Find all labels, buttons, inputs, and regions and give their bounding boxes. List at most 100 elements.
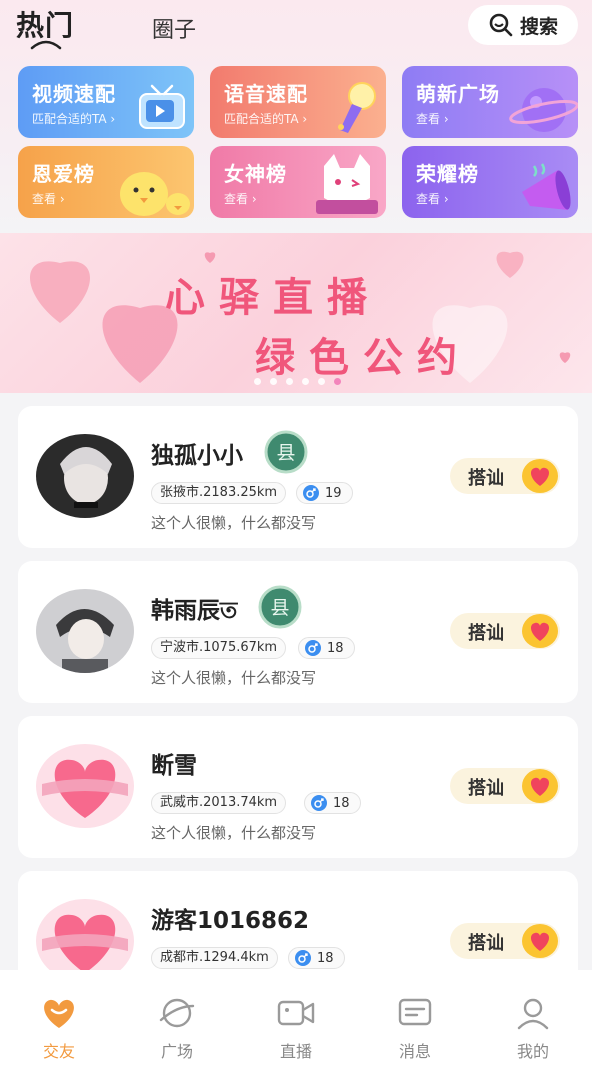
username: 韩雨辰ত (151, 598, 238, 624)
location-chip: 宁波市.1075.67km (151, 637, 287, 659)
nav-item-messages[interactable]: 消息 (356, 970, 474, 1068)
planet-icon (509, 88, 578, 132)
tab-circle[interactable]: 圈子 (152, 12, 196, 44)
heart-chat-icon (522, 614, 558, 648)
search-icon (489, 13, 513, 37)
card-title: 荣耀榜 (416, 162, 479, 186)
avatar (36, 744, 134, 828)
card-subtitle: 查看 › (32, 192, 65, 206)
age-value: 19 (325, 485, 342, 501)
card-title: 语音速配 (224, 82, 308, 106)
username: 独孤小小 (151, 443, 243, 469)
newbie-plaza-card[interactable]: 萌新广场 查看 › (402, 66, 578, 138)
user-card[interactable]: 断雪 武威市.2013.74km 18 这个人很懒，什么都没写 搭讪 (18, 716, 578, 858)
megaphone-icon (522, 163, 571, 210)
user-card[interactable]: 韩雨辰ত 县 宁波市.1075.67km 18 这个人很懒，什么都没写 搭讪 (18, 561, 578, 703)
planet-outline-icon (159, 998, 195, 1028)
love-ranking-card[interactable]: 恩爱榜 查看 › (18, 146, 194, 218)
nav-item-friends[interactable]: 交友 (0, 970, 118, 1068)
greet-button[interactable]: 搭讪 (450, 613, 560, 649)
male-gender-icon (295, 950, 311, 966)
user-icon (517, 998, 549, 1030)
nav-label: 我的 (516, 1042, 549, 1061)
microphone-icon (338, 82, 376, 133)
greet-button[interactable]: 搭讪 (450, 458, 560, 494)
chicks-icon (120, 172, 190, 216)
male-gender-icon (303, 485, 319, 501)
heart-chat-icon (522, 459, 558, 493)
video-match-card[interactable]: 视频速配 匹配合适的TA › (18, 66, 194, 138)
pagination-dot (270, 378, 277, 385)
age-chip: 18 (298, 637, 355, 659)
pagination-dot (254, 378, 261, 385)
level-badge-icon: 县 (258, 585, 302, 629)
card-title: 视频速配 (32, 82, 116, 106)
age-chip: 18 (288, 947, 345, 969)
nav-label: 交友 (42, 1042, 75, 1061)
avatar (36, 589, 134, 673)
greet-button[interactable]: 搭讪 (450, 923, 560, 959)
nav-item-plaza[interactable]: 广场 (118, 970, 236, 1068)
user-card[interactable]: 独孤小小 县 张掖市.2183.25km 19 这个人很懒，什么都没写 搭讪 (18, 406, 578, 548)
banner-pagination (254, 378, 341, 385)
nav-label: 直播 (279, 1042, 312, 1061)
username: 游客1016862 (151, 908, 310, 934)
heart-chat-icon (522, 769, 558, 803)
user-bio: 这个人很懒，什么都没写 (151, 514, 317, 532)
top-header: 热门 圈子 搜索 (0, 0, 592, 56)
tv-icon (139, 84, 185, 129)
greet-label: 搭讪 (468, 468, 504, 489)
age-value: 18 (333, 795, 350, 811)
male-gender-icon (305, 640, 321, 656)
search-label: 搜索 (519, 15, 558, 38)
heart-chat-icon (522, 924, 558, 958)
card-subtitle: 查看 › (416, 112, 449, 126)
card-subtitle: 匹配合适的TA › (224, 112, 308, 126)
age-chip: 18 (304, 792, 361, 814)
greet-label: 搭讪 (468, 933, 504, 954)
card-title: 女神榜 (224, 162, 287, 186)
cat-mascot-icon (316, 154, 378, 214)
nav-item-profile[interactable]: 我的 (474, 970, 592, 1068)
voice-match-card[interactable]: 语音速配 匹配合适的TA › (210, 66, 386, 138)
card-subtitle: 查看 › (224, 192, 257, 206)
avatar (36, 434, 134, 518)
nav-item-live[interactable]: 直播 (237, 970, 355, 1068)
video-camera-icon (277, 1000, 315, 1026)
pagination-dot (318, 378, 325, 385)
age-value: 18 (327, 640, 344, 656)
location-chip: 张掖市.2183.25km (151, 482, 287, 504)
greet-label: 搭讪 (468, 778, 504, 799)
card-subtitle: 匹配合适的TA › (32, 112, 116, 126)
pagination-dot-active (334, 378, 341, 385)
location-chip: 成都市.1294.4km (151, 947, 278, 969)
goddess-ranking-card[interactable]: 女神榜 查看 › (210, 146, 386, 218)
age-value: 18 (317, 950, 334, 966)
nav-label: 消息 (398, 1042, 431, 1061)
banner-line-2: 绿色公约 (255, 335, 471, 381)
card-title: 萌新广场 (416, 82, 500, 106)
bottom-nav: 交友 广场 直播 消息 我的 (0, 970, 592, 1068)
search-button[interactable]: 搜索 (468, 5, 578, 45)
nav-label: 广场 (160, 1042, 193, 1061)
glory-ranking-card[interactable]: 荣耀榜 查看 › (402, 146, 578, 218)
greet-button[interactable]: 搭讪 (450, 768, 560, 804)
heart-icon (44, 999, 74, 1028)
active-tab-indicator-icon (30, 40, 62, 50)
age-chip: 19 (296, 482, 353, 504)
banner-line-1: 心驿直播 (165, 275, 381, 321)
card-subtitle: 查看 › (416, 192, 449, 206)
user-bio: 这个人很懒，什么都没写 (151, 824, 317, 842)
level-text: 县 (270, 597, 289, 619)
message-icon (398, 998, 432, 1026)
pagination-dot (286, 378, 293, 385)
promo-banner[interactable]: 心驿直播 绿色公约 (0, 233, 592, 393)
card-title: 恩爱榜 (32, 162, 95, 186)
level-badge-icon: 县 (264, 430, 308, 474)
user-bio: 这个人很懒，什么都没写 (151, 669, 317, 687)
level-text: 县 (276, 442, 295, 464)
greet-label: 搭讪 (468, 623, 504, 644)
pagination-dot (302, 378, 309, 385)
male-gender-icon (311, 795, 327, 811)
username: 断雪 (151, 753, 197, 779)
